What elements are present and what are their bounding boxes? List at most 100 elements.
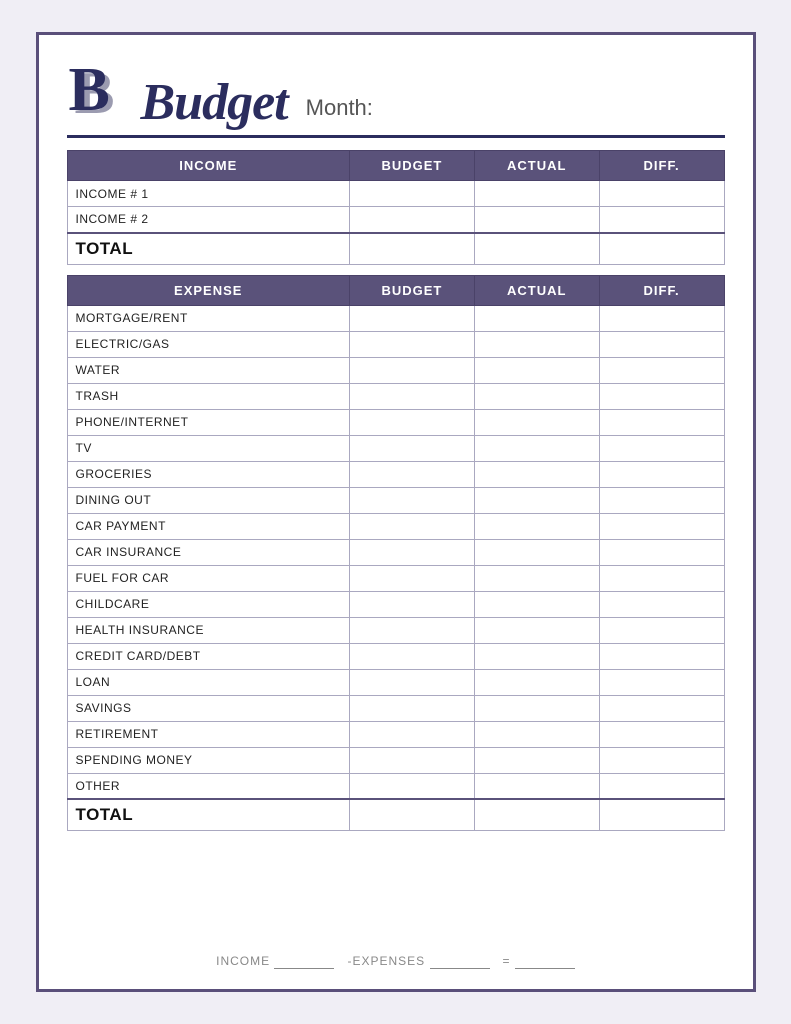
expense-budget-13[interactable] bbox=[350, 643, 475, 669]
expense-actual-7[interactable] bbox=[474, 487, 599, 513]
expense-diff-14[interactable] bbox=[599, 669, 724, 695]
expense-label-11: CHILDCARE bbox=[67, 591, 350, 617]
expense-label-5: TV bbox=[67, 435, 350, 461]
income-total-budget[interactable] bbox=[350, 233, 475, 265]
expense-budget-4[interactable] bbox=[350, 409, 475, 435]
expense-diff-3[interactable] bbox=[599, 383, 724, 409]
income2-budget[interactable] bbox=[350, 207, 475, 233]
expense-diff-header: DIFF. bbox=[599, 275, 724, 305]
expense-budget-10[interactable] bbox=[350, 565, 475, 591]
table-row: INCOME # 2 bbox=[67, 207, 724, 233]
expense-label-8: CAR PAYMENT bbox=[67, 513, 350, 539]
table-row: CREDIT CARD/DEBT bbox=[67, 643, 724, 669]
expense-actual-9[interactable] bbox=[474, 539, 599, 565]
expense-diff-5[interactable] bbox=[599, 435, 724, 461]
table-row: LOAN bbox=[67, 669, 724, 695]
income-total-actual[interactable] bbox=[474, 233, 599, 265]
expense-diff-6[interactable] bbox=[599, 461, 724, 487]
expense-budget-14[interactable] bbox=[350, 669, 475, 695]
expense-budget-12[interactable] bbox=[350, 617, 475, 643]
expense-total-budget[interactable] bbox=[350, 799, 475, 831]
expense-actual-header: ACTUAL bbox=[474, 275, 599, 305]
expense-actual-12[interactable] bbox=[474, 617, 599, 643]
expense-budget-18[interactable] bbox=[350, 773, 475, 799]
expense-budget-8[interactable] bbox=[350, 513, 475, 539]
expense-budget-7[interactable] bbox=[350, 487, 475, 513]
income2-actual[interactable] bbox=[474, 207, 599, 233]
expense-label-3: TRASH bbox=[67, 383, 350, 409]
expense-diff-16[interactable] bbox=[599, 721, 724, 747]
expense-budget-6[interactable] bbox=[350, 461, 475, 487]
income1-actual[interactable] bbox=[474, 181, 599, 207]
expense-budget-17[interactable] bbox=[350, 747, 475, 773]
expense-actual-11[interactable] bbox=[474, 591, 599, 617]
expense-actual-6[interactable] bbox=[474, 461, 599, 487]
expense-actual-4[interactable] bbox=[474, 409, 599, 435]
expense-diff-13[interactable] bbox=[599, 643, 724, 669]
income2-label: INCOME # 2 bbox=[67, 207, 350, 233]
footer-income-value[interactable] bbox=[274, 954, 334, 969]
budget-title: Budget bbox=[141, 77, 288, 129]
expense-label-6: GROCERIES bbox=[67, 461, 350, 487]
expense-actual-10[interactable] bbox=[474, 565, 599, 591]
expense-diff-9[interactable] bbox=[599, 539, 724, 565]
income1-diff[interactable] bbox=[599, 181, 724, 207]
expense-budget-9[interactable] bbox=[350, 539, 475, 565]
income-col-header: INCOME bbox=[67, 151, 350, 181]
expense-diff-7[interactable] bbox=[599, 487, 724, 513]
expense-actual-14[interactable] bbox=[474, 669, 599, 695]
income-total-label: TOTAL bbox=[67, 233, 350, 265]
expense-diff-15[interactable] bbox=[599, 695, 724, 721]
expense-actual-5[interactable] bbox=[474, 435, 599, 461]
expense-label-15: SAVINGS bbox=[67, 695, 350, 721]
expense-budget-11[interactable] bbox=[350, 591, 475, 617]
table-row: MORTGAGE/RENT bbox=[67, 305, 724, 331]
income-diff-header: DIFF. bbox=[599, 151, 724, 181]
expense-diff-17[interactable] bbox=[599, 747, 724, 773]
expense-budget-1[interactable] bbox=[350, 331, 475, 357]
expense-diff-2[interactable] bbox=[599, 357, 724, 383]
expense-diff-1[interactable] bbox=[599, 331, 724, 357]
expense-budget-15[interactable] bbox=[350, 695, 475, 721]
expense-diff-18[interactable] bbox=[599, 773, 724, 799]
expense-budget-0[interactable] bbox=[350, 305, 475, 331]
table-row: GROCERIES bbox=[67, 461, 724, 487]
expense-budget-2[interactable] bbox=[350, 357, 475, 383]
expense-diff-10[interactable] bbox=[599, 565, 724, 591]
expense-actual-16[interactable] bbox=[474, 721, 599, 747]
table-row: CAR PAYMENT bbox=[67, 513, 724, 539]
expense-actual-2[interactable] bbox=[474, 357, 599, 383]
table-row: INCOME # 1 bbox=[67, 181, 724, 207]
expense-diff-12[interactable] bbox=[599, 617, 724, 643]
expense-actual-3[interactable] bbox=[474, 383, 599, 409]
table-row: TRASH bbox=[67, 383, 724, 409]
expense-total-diff[interactable] bbox=[599, 799, 724, 831]
expense-actual-18[interactable] bbox=[474, 773, 599, 799]
table-row: FUEL FOR CAR bbox=[67, 565, 724, 591]
expense-actual-0[interactable] bbox=[474, 305, 599, 331]
table-row: SAVINGS bbox=[67, 695, 724, 721]
table-row: TV bbox=[67, 435, 724, 461]
income1-budget[interactable] bbox=[350, 181, 475, 207]
tables-container: INCOME BUDGET ACTUAL DIFF. INCOME # 1 IN… bbox=[67, 150, 725, 938]
expense-total-actual[interactable] bbox=[474, 799, 599, 831]
expense-diff-8[interactable] bbox=[599, 513, 724, 539]
expense-budget-header: BUDGET bbox=[350, 275, 475, 305]
expense-actual-8[interactable] bbox=[474, 513, 599, 539]
income2-diff[interactable] bbox=[599, 207, 724, 233]
expense-actual-1[interactable] bbox=[474, 331, 599, 357]
expense-budget-5[interactable] bbox=[350, 435, 475, 461]
expense-diff-4[interactable] bbox=[599, 409, 724, 435]
expense-actual-15[interactable] bbox=[474, 695, 599, 721]
expense-diff-0[interactable] bbox=[599, 305, 724, 331]
expense-actual-17[interactable] bbox=[474, 747, 599, 773]
expense-table: EXPENSE BUDGET ACTUAL DIFF. MORTGAGE/REN… bbox=[67, 275, 725, 832]
expense-diff-11[interactable] bbox=[599, 591, 724, 617]
expense-actual-13[interactable] bbox=[474, 643, 599, 669]
expense-budget-16[interactable] bbox=[350, 721, 475, 747]
expense-budget-3[interactable] bbox=[350, 383, 475, 409]
income-total-row: TOTAL bbox=[67, 233, 724, 265]
footer-expenses-value[interactable] bbox=[430, 954, 490, 969]
income-total-diff[interactable] bbox=[599, 233, 724, 265]
footer-result-value[interactable] bbox=[515, 954, 575, 969]
